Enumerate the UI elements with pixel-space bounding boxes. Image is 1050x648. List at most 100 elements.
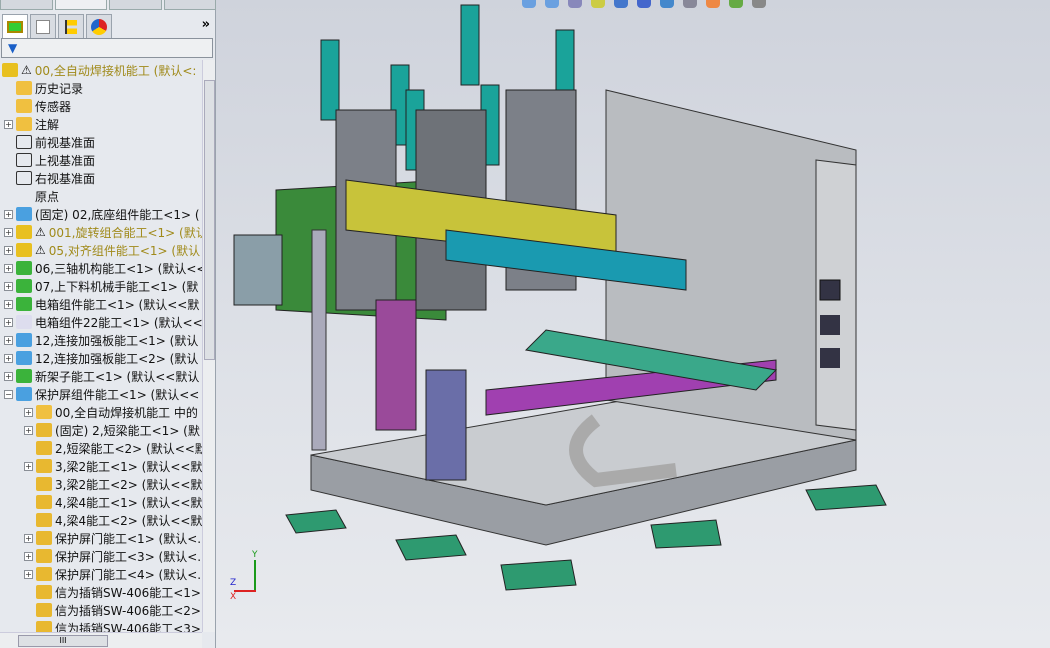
tree-item-label: 3,梁2能工<1> (默认<<默 [55,459,202,474]
expand-toggle[interactable]: + [4,227,13,237]
tree-item-label: 保护屏门能工<4> (默认<. [55,567,202,582]
expand-toggle[interactable]: + [24,533,33,543]
tree-item[interactable]: + 电箱组件能工<1> (默认<<默 [4,295,199,313]
expand-toggle[interactable]: + [4,299,13,309]
tree-item[interactable]: + 注解 [4,115,59,133]
tree-item[interactable]: 信为插销SW-406能工<2> [24,601,201,619]
control-box [233,234,283,306]
command-manager-tabs[interactable] [0,0,216,10]
assembly-icon [16,297,32,311]
warning-icon: ⚠ [21,63,32,77]
tree-item[interactable]: 4,梁4能工<2> (默认<<默 [24,511,202,529]
expand-toggle[interactable]: + [4,371,13,381]
part-icon [36,459,52,473]
feature-manager-panel: » ▼ ⚠ 00,全自动焊接机能工 (默认<: 历史记录 传感器 + 注解 前视基准面 上视基… [0,0,216,648]
part-icon [36,423,52,437]
tree-item-label: 电箱组件能工<1> (默认<<默 [35,297,200,312]
feature-manager-tab[interactable] [2,14,28,38]
tree-item-label: (固定) 02,底座组件能工<1> ( [35,207,200,222]
tree-item[interactable]: 右视基准面 [4,169,95,187]
tree-item-label: 原点 [35,189,60,204]
sensor-icon [16,99,32,113]
tree-item-label: 信为插销SW-406能工<3> [55,621,201,633]
tree-item[interactable]: + ⚠ 001,旋转组合能工<1> (默认 [4,223,202,241]
tree-item[interactable]: − 保护屏组件能工<1> (默认<< [4,385,199,403]
part-icon [36,495,52,509]
tree-item[interactable]: 2,短梁能工<2> (默认<<默 [24,439,202,457]
tree-horizontal-scrollbar[interactable]: III [0,632,202,648]
feature-tree: ⚠ 00,全自动焊接机能工 (默认<: 历史记录 传感器 + 注解 前视基准面 上视基准面右视… [0,60,202,632]
more-tabs-button[interactable]: » [202,17,210,32]
part-icon [36,477,52,491]
tree-item[interactable]: +12,连接加强板能工<2> (默认 [4,349,198,367]
tree-item[interactable]: 信为插销SW-406能工<1> [24,583,201,601]
tree-item-label: 历史记录 [35,81,84,96]
annotation-icon [16,117,32,131]
expand-toggle[interactable]: + [24,569,33,579]
tree-item[interactable]: + (固定) 02,底座组件能工<1> ( [4,205,200,223]
tree-item[interactable]: +07,上下料机械手能工<1> (默 [4,277,198,295]
expand-toggle[interactable]: + [4,263,13,273]
tree-item[interactable]: 上视基准面 [4,151,95,169]
configuration-manager-icon [65,19,77,34]
tree-item[interactable]: + ⚠ 05,对齐组件能工<1> (默认 [4,241,200,259]
subassembly-icon [16,351,32,365]
property-manager-tab[interactable] [30,14,56,38]
part-icon [36,549,52,563]
tree-item[interactable]: 3,梁2能工<2> (默认<<默 [24,475,202,493]
expand-toggle[interactable]: + [4,209,13,219]
tree-item[interactable]: 传感器 [4,97,71,115]
tree-item-label: 4,梁4能工<1> (默认<<默 [55,495,202,510]
configuration-manager-tab[interactable] [58,14,84,38]
tree-item[interactable]: +06,三轴机构能工<1> (默认<< [4,259,202,277]
expand-toggle[interactable]: + [4,353,13,363]
property-manager-icon [36,19,50,34]
tree-item[interactable]: + 新架子能工<1> (默认<<默认 [4,367,199,385]
warning-icon: ⚠ [35,225,46,239]
tree-item[interactable]: 原点 [4,187,59,205]
tree-item-label: 信为插销SW-406能工<1> [55,585,201,600]
graphics-viewport[interactable]: Y Z X [216,0,1050,648]
triad-y-label: Y [252,550,258,560]
expand-toggle[interactable]: + [24,461,33,471]
display-manager-icon [91,18,107,35]
tree-item[interactable]: + 保护屏门能工<3> (默认<. [24,547,201,565]
tree-item[interactable]: +12,连接加强板能工<1> (默认 [4,331,198,349]
subassembly-icon [16,207,32,221]
subassembly-icon [16,387,32,401]
expand-toggle[interactable]: + [4,335,13,345]
display-manager-tab[interactable] [86,14,112,38]
tree-item-label: 保护屏门能工<1> (默认<. [55,531,202,546]
expand-toggle[interactable]: + [4,119,13,129]
tree-item-label: 信为插销SW-406能工<2> [55,603,201,618]
filter-box[interactable]: ▼ [1,38,213,58]
expand-toggle[interactable]: + [4,317,13,327]
expand-toggle[interactable]: − [4,389,13,399]
tree-item[interactable]: + 电箱组件22能工<1> (默认<< [4,313,202,331]
tree-item[interactable]: 信为插销SW-406能工<3> [24,619,201,632]
expand-toggle[interactable]: + [24,551,33,561]
tree-item[interactable]: ⚠ 00,全自动焊接机能工 (默认<: [2,61,196,79]
tree-item[interactable]: +00,全自动焊接机能工 中的 [24,403,198,421]
tree-item-label: 06,三轴机构能工<1> (默认<< [35,261,202,276]
expand-toggle[interactable]: + [4,281,13,291]
tree-item[interactable]: 历史记录 [4,79,83,97]
expand-toggle[interactable]: + [4,245,13,255]
tree-item-label: 001,旋转组合能工<1> (默认 [48,225,202,240]
tree-item[interactable]: + 保护屏门能工<1> (默认<. [24,529,201,547]
expand-toggle[interactable]: + [24,425,33,435]
tree-item[interactable]: + 保护屏门能工<4> (默认<. [24,565,201,583]
tree-item[interactable]: +3,梁2能工<1> (默认<<默 [24,457,202,475]
coordinate-triad: Y Z X [230,550,270,602]
expand-toggle[interactable]: + [24,407,33,417]
triad-z-label: Z [230,578,237,588]
machine-model [233,4,887,591]
tree-item-label: 新架子能工<1> (默认<<默认 [35,369,200,384]
tree-item-label: 右视基准面 [35,171,96,186]
tree-item[interactable]: + (固定) 2,短梁能工<1> (默 [24,421,200,439]
plane-icon [16,153,32,167]
tree-item[interactable]: 前视基准面 [4,133,95,151]
part-icon [36,531,52,545]
tree-vertical-scrollbar[interactable] [202,60,215,632]
tree-item[interactable]: 4,梁4能工<1> (默认<<默 [24,493,202,511]
